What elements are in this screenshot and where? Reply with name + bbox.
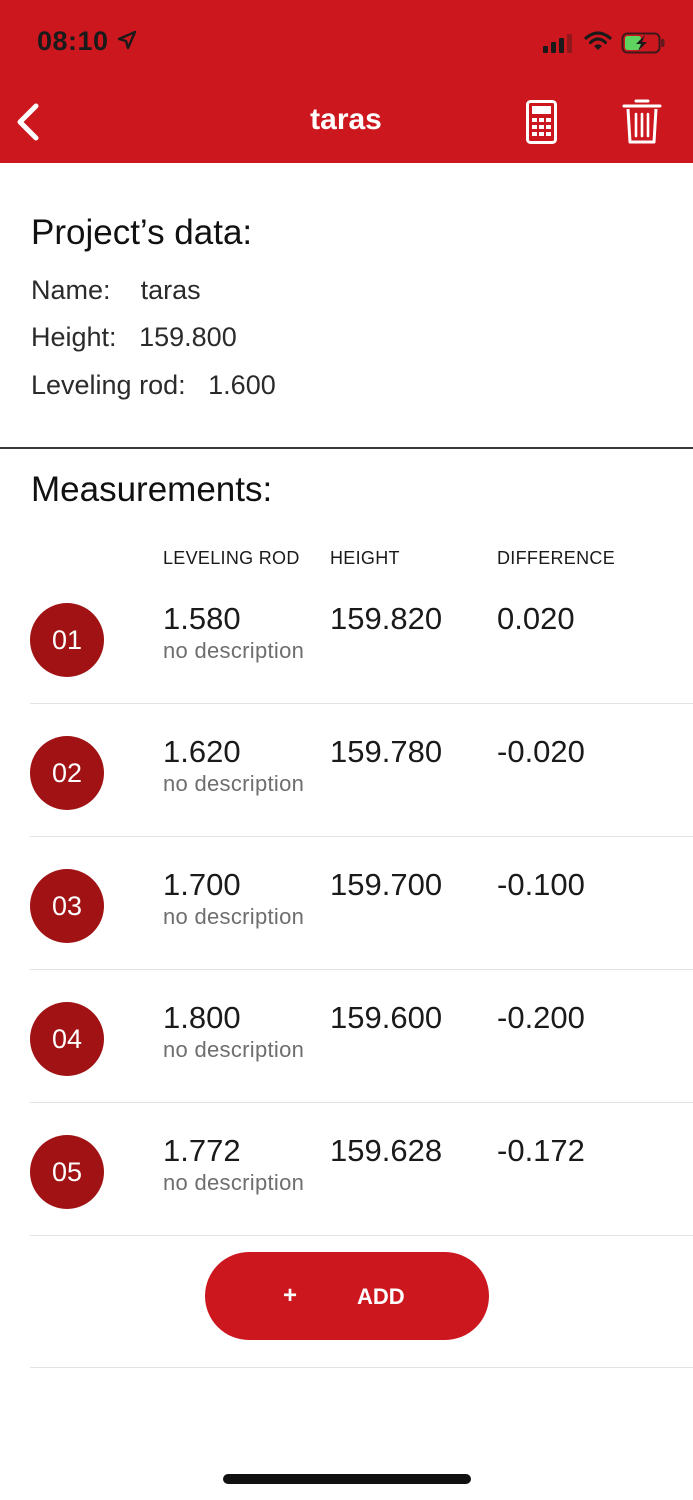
status-time: 08:10 <box>37 26 109 56</box>
row-description: no description <box>163 638 305 663</box>
row-divider <box>30 703 693 704</box>
row-divider <box>30 1102 693 1103</box>
location-arrow-icon <box>117 30 137 50</box>
row-divider <box>30 836 693 837</box>
measurement-number-badge: 01 <box>30 603 104 677</box>
column-header-difference: DIFFERENCE <box>497 548 616 568</box>
row-height: 159.700 <box>330 867 443 902</box>
row-height: 159.628 <box>330 1133 443 1168</box>
project-height-line: Height: 159.800 <box>31 322 237 353</box>
plus-icon: + <box>283 1282 298 1309</box>
trash-icon[interactable] <box>622 97 662 145</box>
row-divider <box>30 969 693 970</box>
section-divider <box>0 447 693 449</box>
measurement-number-badge: 03 <box>30 869 104 943</box>
row-difference: -0.200 <box>497 1000 585 1035</box>
row-leveling-rod: 1.620 <box>163 734 241 769</box>
app-header: 08:10 taras <box>0 0 693 163</box>
row-description: no description <box>163 904 305 929</box>
bottom-divider <box>30 1367 693 1368</box>
project-rod-label: Leveling rod: <box>31 370 186 400</box>
row-divider <box>30 1235 693 1236</box>
signal-icon <box>543 34 572 53</box>
project-rod-line: Leveling rod: 1.600 <box>31 370 276 401</box>
row-description: no description <box>163 771 305 796</box>
row-height: 159.780 <box>330 734 443 769</box>
battery-charging-icon <box>621 32 665 54</box>
add-button-label: ADD <box>357 1284 405 1309</box>
row-leveling-rod: 1.700 <box>163 867 241 902</box>
measurement-row[interactable]: 05 1.772 159.628 -0.172 no description <box>0 1115 693 1248</box>
row-description: no description <box>163 1037 305 1062</box>
row-height: 159.600 <box>330 1000 443 1035</box>
column-header-leveling-rod: LEVELING ROD <box>163 548 300 568</box>
back-chevron-icon[interactable] <box>12 100 48 144</box>
measurement-row[interactable]: 04 1.800 159.600 -0.200 no description <box>0 982 693 1115</box>
measurements-heading: Measurements: <box>31 470 273 509</box>
measurement-number-badge: 02 <box>30 736 104 810</box>
row-leveling-rod: 1.772 <box>163 1133 241 1168</box>
project-name-value: taras <box>140 275 201 305</box>
measurement-row[interactable]: 02 1.620 159.780 -0.020 no description <box>0 716 693 849</box>
row-difference: 0.020 <box>497 601 575 636</box>
home-indicator <box>223 1474 471 1484</box>
row-leveling-rod: 1.800 <box>163 1000 241 1035</box>
project-height-value: 159.800 <box>139 322 237 352</box>
measurement-row[interactable]: 01 1.580 159.820 0.020 no description <box>0 583 693 716</box>
row-difference: -0.172 <box>497 1133 585 1168</box>
column-header-height: HEIGHT <box>330 548 400 568</box>
row-height: 159.820 <box>330 601 443 636</box>
measurement-row[interactable]: 03 1.700 159.700 -0.100 no description <box>0 849 693 982</box>
project-data-heading: Project’s data: <box>31 213 253 252</box>
project-height-label: Height: <box>31 322 117 352</box>
project-name-label: Name: <box>31 275 111 305</box>
measurement-number-badge: 05 <box>30 1135 104 1209</box>
row-description: no description <box>163 1170 305 1195</box>
measurement-number-badge: 04 <box>30 1002 104 1076</box>
calculator-icon[interactable] <box>526 100 557 144</box>
row-difference: -0.100 <box>497 867 585 902</box>
project-rod-value: 1.600 <box>208 370 276 400</box>
project-name-line: Name: taras <box>31 275 201 306</box>
row-leveling-rod: 1.580 <box>163 601 241 636</box>
add-measurement-button[interactable]: + ADD <box>205 1252 489 1340</box>
page-title: taras <box>310 103 382 136</box>
row-difference: -0.020 <box>497 734 585 769</box>
wifi-icon <box>584 31 612 50</box>
